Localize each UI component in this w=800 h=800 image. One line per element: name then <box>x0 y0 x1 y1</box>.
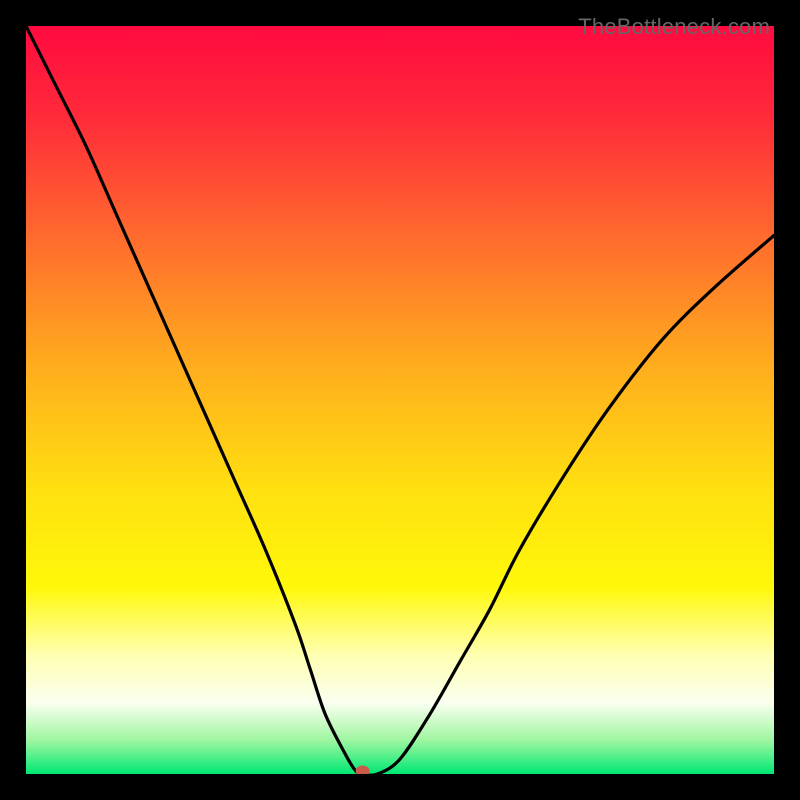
chart-plot-area <box>26 26 774 774</box>
chart-frame: TheBottleneck.com <box>12 12 788 788</box>
watermark-text: TheBottleneck.com <box>578 14 770 40</box>
chart-svg <box>26 26 774 774</box>
chart-background <box>26 26 774 774</box>
